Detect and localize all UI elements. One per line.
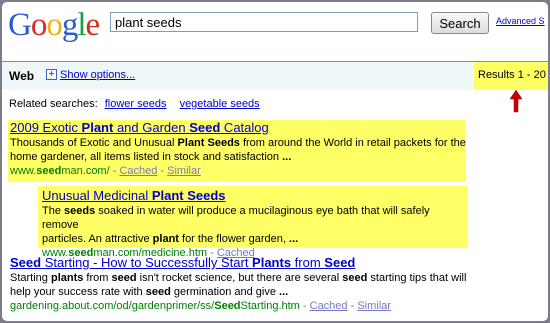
- result-2: Unusual Medicinal Plant Seeds The seeds …: [38, 186, 468, 259]
- result-3-title[interactable]: Seed Starting - How to Successfully Star…: [10, 255, 480, 271]
- logo-g1: G: [8, 7, 32, 43]
- result-3-similar-link[interactable]: Similar: [357, 300, 391, 312]
- results-bar: Web + Show options... Results 1 - 20: [2, 61, 548, 90]
- result-1-similar-link[interactable]: Similar: [167, 165, 201, 177]
- result-2-title[interactable]: Unusual Medicinal Plant Seeds: [42, 188, 468, 204]
- advanced-search-link[interactable]: Advanced S: [496, 16, 545, 26]
- plus-icon[interactable]: +: [46, 69, 57, 80]
- search-button[interactable]: Search: [431, 12, 489, 34]
- browser-page: Google Search Advanced S Web + Show opti…: [2, 2, 548, 321]
- result-3-snippet: Starting plants from seed isn't rocket s…: [10, 272, 467, 298]
- result-3: Seed Starting - How to Successfully Star…: [10, 255, 480, 313]
- results-count-text: Results 1 - 20: [478, 69, 546, 81]
- results-count: Results 1 - 20: [474, 62, 548, 90]
- red-arrow-icon: [509, 89, 523, 113]
- related-label: Related searches:: [9, 98, 98, 110]
- logo-e: e: [85, 7, 101, 43]
- logo-o1: o: [30, 7, 47, 43]
- logo-l: l: [77, 7, 86, 43]
- logo-o2: o: [46, 7, 62, 43]
- search-input[interactable]: [110, 12, 418, 32]
- web-label: Web: [9, 69, 35, 83]
- result-3-cached-link[interactable]: Cached: [310, 300, 348, 312]
- show-options-link[interactable]: Show options...: [60, 69, 135, 81]
- related-link-flower-seeds[interactable]: flower seeds: [105, 98, 167, 110]
- result-1: 2009 Exotic Plant and Garden Seed Catalo…: [8, 120, 466, 182]
- result-1-url: www.seedman.com/ - Cached - Similar: [10, 165, 201, 177]
- result-1-snippet: Thousands of Exotic and Unusual Plant Se…: [10, 137, 466, 163]
- result-1-cached-link[interactable]: Cached: [119, 165, 157, 177]
- result-3-url: gardening.about.com/od/gardenprimer/ss/S…: [10, 300, 391, 312]
- result-1-title[interactable]: 2009 Exotic Plant and Garden Seed Catalo…: [10, 120, 466, 136]
- related-link-vegetable-seeds[interactable]: vegetable seeds: [180, 98, 260, 110]
- logo-g2: g: [61, 7, 78, 43]
- google-logo[interactable]: Google: [8, 7, 101, 43]
- result-2-snippet: The seeds soaked in water will produce a…: [42, 205, 430, 245]
- related-searches: Related searches: flower seeds vegetable…: [9, 98, 260, 110]
